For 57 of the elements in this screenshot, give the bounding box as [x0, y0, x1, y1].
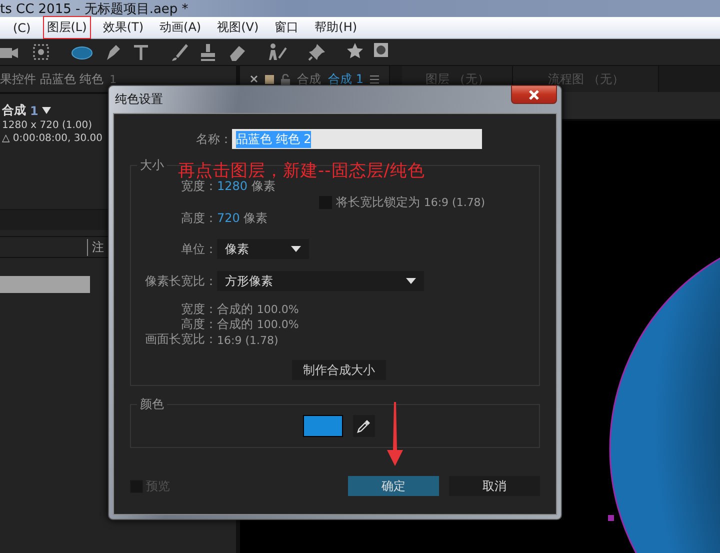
- ok-button[interactable]: 确定: [348, 476, 439, 496]
- eyedropper-icon[interactable]: [357, 419, 371, 433]
- menu-item[interactable]: (C): [9, 18, 35, 38]
- stamp-icon[interactable]: [198, 42, 218, 62]
- field-label: 宽度：: [180, 179, 217, 195]
- cancel-button[interactable]: 取消: [449, 476, 540, 496]
- value-text: 合成的 100.0%: [217, 316, 299, 333]
- panel-tab-title: 果控件 品蓝色 纯色: [0, 70, 104, 88]
- field-label: 画面长宽比：: [144, 331, 217, 348]
- menu-item[interactable]: 图层(L): [42, 16, 91, 39]
- tab-number: 1: [110, 72, 117, 86]
- value-text: 合成的 100.0%: [217, 301, 299, 318]
- value-text[interactable]: 1280 像素: [217, 178, 276, 195]
- close-icon[interactable]: [250, 75, 258, 83]
- caret-down-icon[interactable]: [42, 107, 52, 114]
- composition-number: 1: [30, 104, 38, 118]
- menu-item[interactable]: 视图(V): [213, 16, 263, 39]
- column-header: 注: [87, 238, 104, 256]
- lock-icon[interactable]: [281, 74, 290, 84]
- menu-item[interactable]: 动画(A): [156, 16, 206, 39]
- caret-down-icon[interactable]: [406, 278, 416, 284]
- annotation-text: 再点击图层，新建--固态层/纯色: [178, 160, 425, 181]
- field-label: 高度：: [180, 210, 217, 227]
- group-title: 大小: [139, 157, 165, 174]
- field-label: 名称：: [195, 130, 232, 148]
- field-label: 高度：: [180, 316, 217, 332]
- menu-item[interactable]: 窗口: [270, 16, 303, 39]
- brush-icon[interactable]: [169, 42, 189, 62]
- close-button[interactable]: [511, 85, 557, 104]
- puppet-icon[interactable]: [266, 42, 288, 62]
- text-tool-icon[interactable]: [132, 42, 150, 62]
- composition-info: 1280 x 720 (1.00): [1, 119, 92, 132]
- dropdown[interactable]: 方形像素: [217, 271, 424, 291]
- composition-name: 合成: [2, 102, 26, 119]
- field-label: 单位：: [180, 240, 217, 258]
- make-comp-size-button[interactable]: 制作合成大小: [292, 360, 386, 380]
- checkbox-label: 将长宽比锁定为 16:9 (1.78): [336, 194, 486, 211]
- field-label: 像素长宽比：: [144, 272, 217, 290]
- menu-item[interactable]: 效果(T): [98, 16, 148, 39]
- value-text[interactable]: 720 像素: [217, 210, 268, 227]
- dialog-title: 纯色设置: [114, 91, 163, 108]
- eyedropper-button[interactable]: [353, 415, 375, 437]
- pin-icon[interactable]: [307, 42, 327, 62]
- dropdown[interactable]: 像素: [217, 239, 309, 259]
- menu-icon[interactable]: [370, 74, 380, 84]
- composition-info: △ 0:00:08:00, 30.00: [1, 132, 102, 145]
- menu-item[interactable]: 帮助(H): [310, 16, 362, 39]
- tab-label: 合成 1: [328, 70, 364, 88]
- color-swatch[interactable]: [303, 415, 343, 437]
- group-title: 颜色: [139, 396, 165, 413]
- caret-down-icon[interactable]: [291, 246, 301, 252]
- selection-box-icon[interactable]: [31, 42, 51, 62]
- value-text: 16:9 (1.78): [217, 332, 278, 346]
- swatch-icon[interactable]: [265, 74, 274, 84]
- field-label: 宽度：: [180, 301, 217, 318]
- window-title: ts CC 2015 - 无标题项目.aep *: [0, 0, 188, 18]
- tab-prefix: 合成: [297, 70, 321, 88]
